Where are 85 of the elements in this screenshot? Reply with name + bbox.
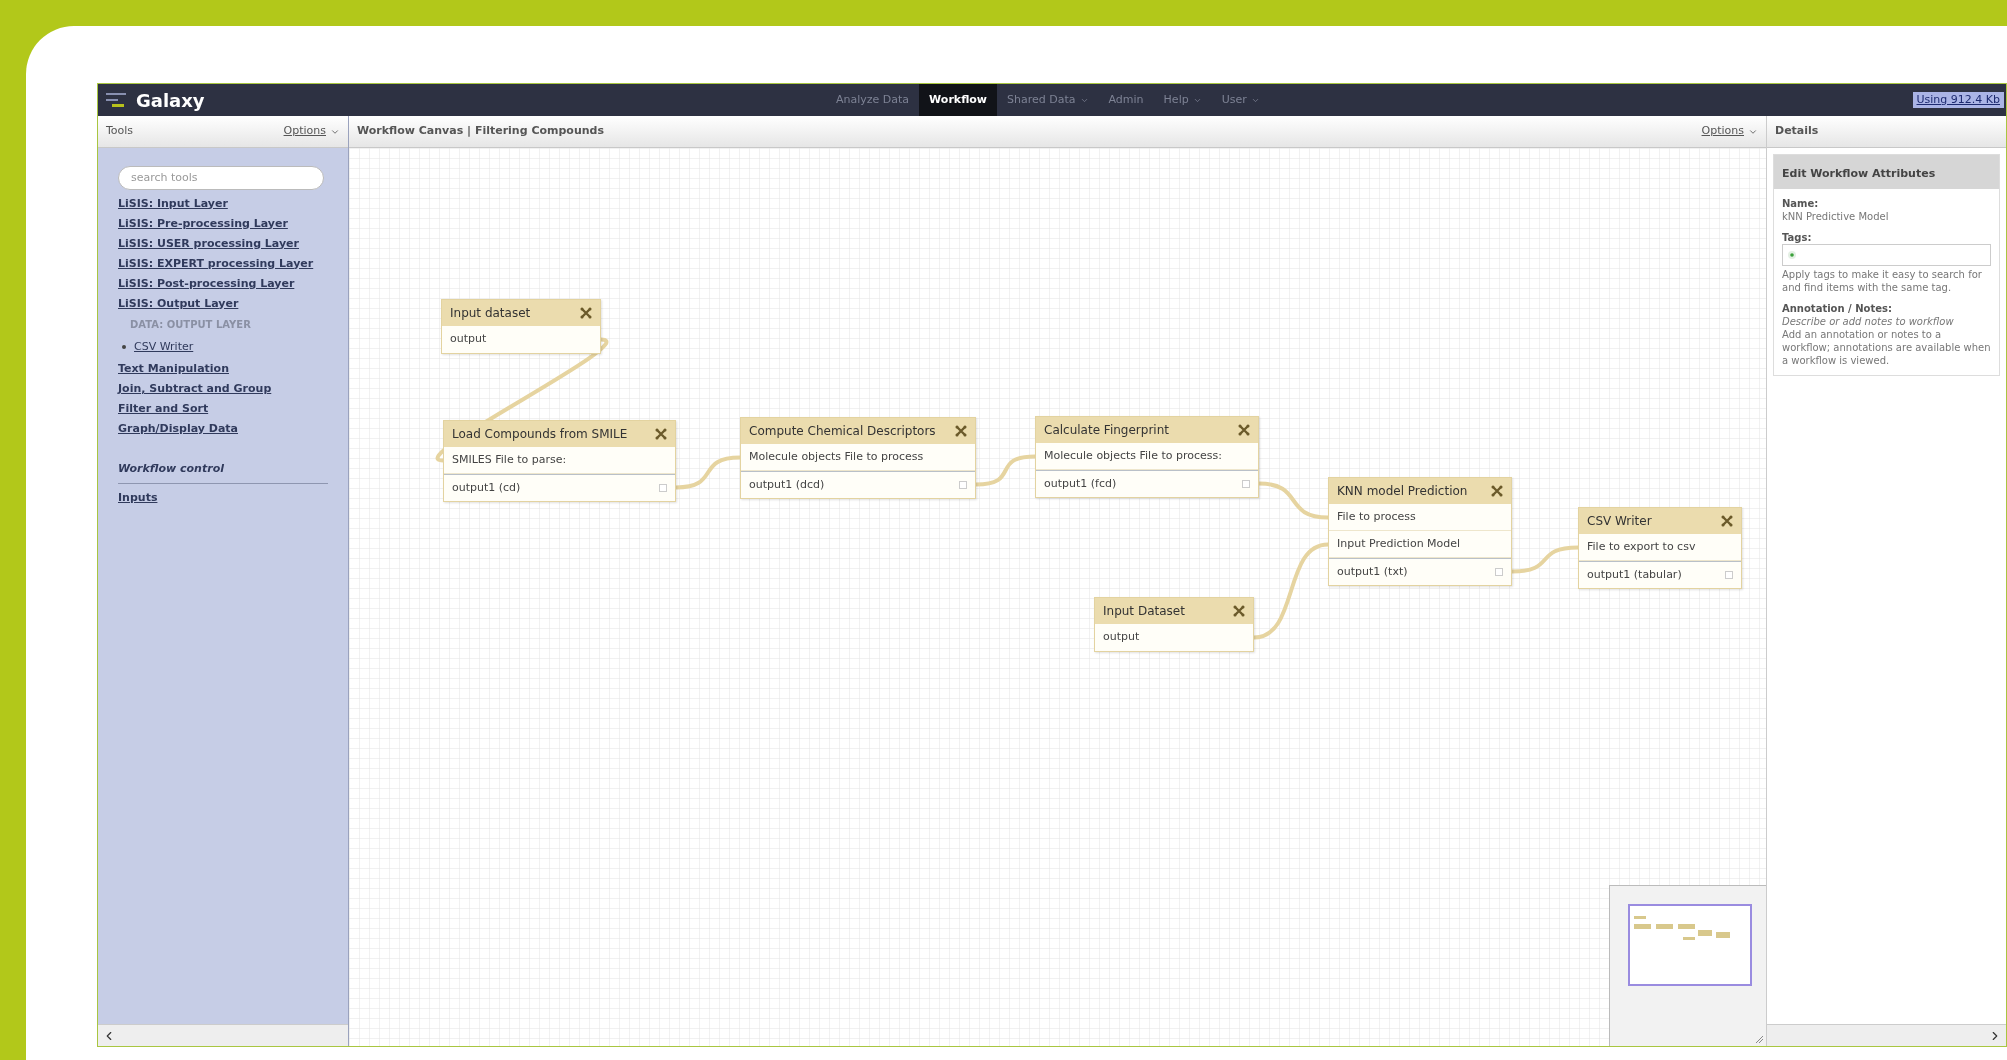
- search-field[interactable]: search tools: [118, 165, 324, 190]
- workflow-node[interactable]: Load Compounds from SMILE SMILES File to parse: output1 (cd): [443, 420, 676, 502]
- tool-link[interactable]: CSV Writer: [134, 338, 194, 355]
- output-label: output1 (cd): [452, 479, 521, 496]
- panel-title: Details: [1775, 123, 1819, 140]
- tool-section-link[interactable]: LiSIS: Pre-processing Layer: [118, 213, 328, 234]
- close-icon[interactable]: [1233, 605, 1245, 617]
- bullet-icon: [122, 344, 126, 349]
- tool-section-link[interactable]: Filter and Sort: [118, 399, 328, 419]
- node-title: Load Compounds from SMILE: [452, 426, 628, 443]
- tool-section-link[interactable]: LiSIS: Output Layer: [118, 293, 328, 314]
- input-label: Molecule objects File to process: [749, 448, 924, 465]
- field-label: Name:: [1782, 197, 1820, 210]
- options-menu[interactable]: Options: [1701, 123, 1758, 140]
- tags-field[interactable]: [1782, 244, 1991, 266]
- minimap[interactable]: [1628, 904, 1752, 986]
- node-header[interactable]: Calculate Fingerprint: [1036, 417, 1258, 443]
- node-header[interactable]: Load Compounds from SMILE: [444, 421, 675, 447]
- input-label: Input Prediction Model: [1337, 535, 1461, 552]
- workflow-node[interactable]: Compute Chemical Descriptors Molecule objects File to process output1 (dcd): [740, 417, 976, 499]
- input-label: SMILES File to parse:: [452, 451, 567, 468]
- node-title: KNN model Prediction: [1337, 483, 1468, 500]
- workflow-node[interactable]: Input dataset output: [441, 299, 601, 354]
- tool-label: DATA: OUTPUT LAYER: [129, 317, 252, 332]
- node-title: Input dataset: [450, 305, 531, 322]
- options-menu[interactable]: Options: [283, 123, 340, 140]
- connector-line: [1511, 545, 1579, 574]
- tool-section-link[interactable]: Inputs: [118, 488, 328, 508]
- input-label: File to process: [1337, 508, 1416, 525]
- tool-section-link[interactable]: LiSIS: Input Layer: [118, 193, 328, 214]
- resize-handle-icon[interactable]: [1754, 1034, 1764, 1044]
- workflow-node[interactable]: Input Dataset output: [1094, 597, 1254, 652]
- field-label: Annotation / Notes:: [1782, 302, 1893, 315]
- nav-tab[interactable]: Workflow: [919, 84, 998, 116]
- close-icon[interactable]: [580, 307, 592, 319]
- node-header[interactable]: CSV Writer: [1579, 508, 1741, 534]
- node-title: Calculate Fingerprint: [1044, 422, 1169, 439]
- tool-section-link[interactable]: Text Manipulation: [118, 359, 328, 379]
- output-label: output: [1103, 629, 1140, 646]
- connector-line: [675, 455, 741, 490]
- close-icon[interactable]: [955, 425, 967, 437]
- input-label: Molecule objects File to process:: [1044, 447, 1222, 464]
- node-title: Input Dataset: [1103, 603, 1185, 620]
- form-title: Edit Workflow Attributes: [1782, 167, 1936, 180]
- workflow-node[interactable]: CSV Writer File to export to csv output1 (tabular): [1578, 507, 1742, 589]
- output-label: output1 (fcd): [1044, 475, 1117, 492]
- usage-link[interactable]: Using 912.4 Kb: [1912, 91, 2004, 109]
- connector-line: [975, 454, 1036, 487]
- output-label: output: [450, 331, 487, 348]
- connector-line: [1258, 481, 1329, 520]
- tool-section-link[interactable]: LiSIS: EXPERT processing Layer: [118, 253, 328, 274]
- scrollbar[interactable]: [98, 1024, 348, 1046]
- panel-title: Tools: [106, 123, 134, 140]
- input-label: File to export to csv: [1587, 538, 1696, 555]
- tool-section-link[interactable]: LiSIS: USER processing Layer: [118, 233, 328, 254]
- node-title: Compute Chemical Descriptors: [749, 423, 936, 440]
- node-header[interactable]: Input Dataset: [1095, 598, 1253, 624]
- nav-tab[interactable]: User: [1211, 84, 1270, 116]
- tool-section-link[interactable]: Join, Subtract and Group: [118, 379, 328, 399]
- node-header[interactable]: KNN model Prediction: [1329, 478, 1511, 504]
- close-icon[interactable]: [1491, 485, 1503, 497]
- tool-section-link[interactable]: LiSIS: Post-processing Layer: [118, 273, 328, 294]
- tool-section-link[interactable]: Graph/Display Data: [118, 419, 328, 439]
- tag-icon[interactable]: [1787, 250, 1797, 260]
- node-title: CSV Writer: [1587, 513, 1652, 530]
- output-label: output1 (txt): [1337, 563, 1408, 580]
- brand-title[interactable]: Galaxy: [136, 86, 205, 114]
- output-label: output1 (dcd): [749, 476, 825, 493]
- close-icon[interactable]: [1238, 424, 1250, 436]
- close-icon[interactable]: [1721, 515, 1733, 527]
- name-value[interactable]: kNN Predictive Model: [1782, 210, 1991, 223]
- help-text: Add an annotation or notes to a workflow; annotations are available when a workflow is viewed.: [1782, 328, 1991, 367]
- canvas-title: Workflow Canvas | Filtering Compounds: [357, 123, 604, 140]
- field-label: Tags:: [1782, 231, 1813, 244]
- output-label: output1 (tabular): [1587, 566, 1682, 583]
- help-text: Apply tags to make it easy to search for and find items with the same tag.: [1782, 268, 1983, 294]
- node-header[interactable]: Input dataset: [442, 300, 600, 326]
- node-header[interactable]: Compute Chemical Descriptors: [741, 418, 975, 444]
- close-icon[interactable]: [655, 428, 667, 440]
- workflow-node[interactable]: Calculate Fingerprint Molecule objects File to process: output1 (fcd): [1035, 416, 1259, 498]
- scrollbar[interactable]: [1767, 1024, 2006, 1046]
- annotation-field[interactable]: Describe or add notes to workflow: [1782, 315, 1991, 328]
- workflow-node[interactable]: KNN model Prediction File to process Input Prediction Model output1 (txt): [1328, 477, 1512, 586]
- tool-heading: Workflow control: [118, 462, 224, 475]
- galaxy-logo-icon: [106, 92, 128, 108]
